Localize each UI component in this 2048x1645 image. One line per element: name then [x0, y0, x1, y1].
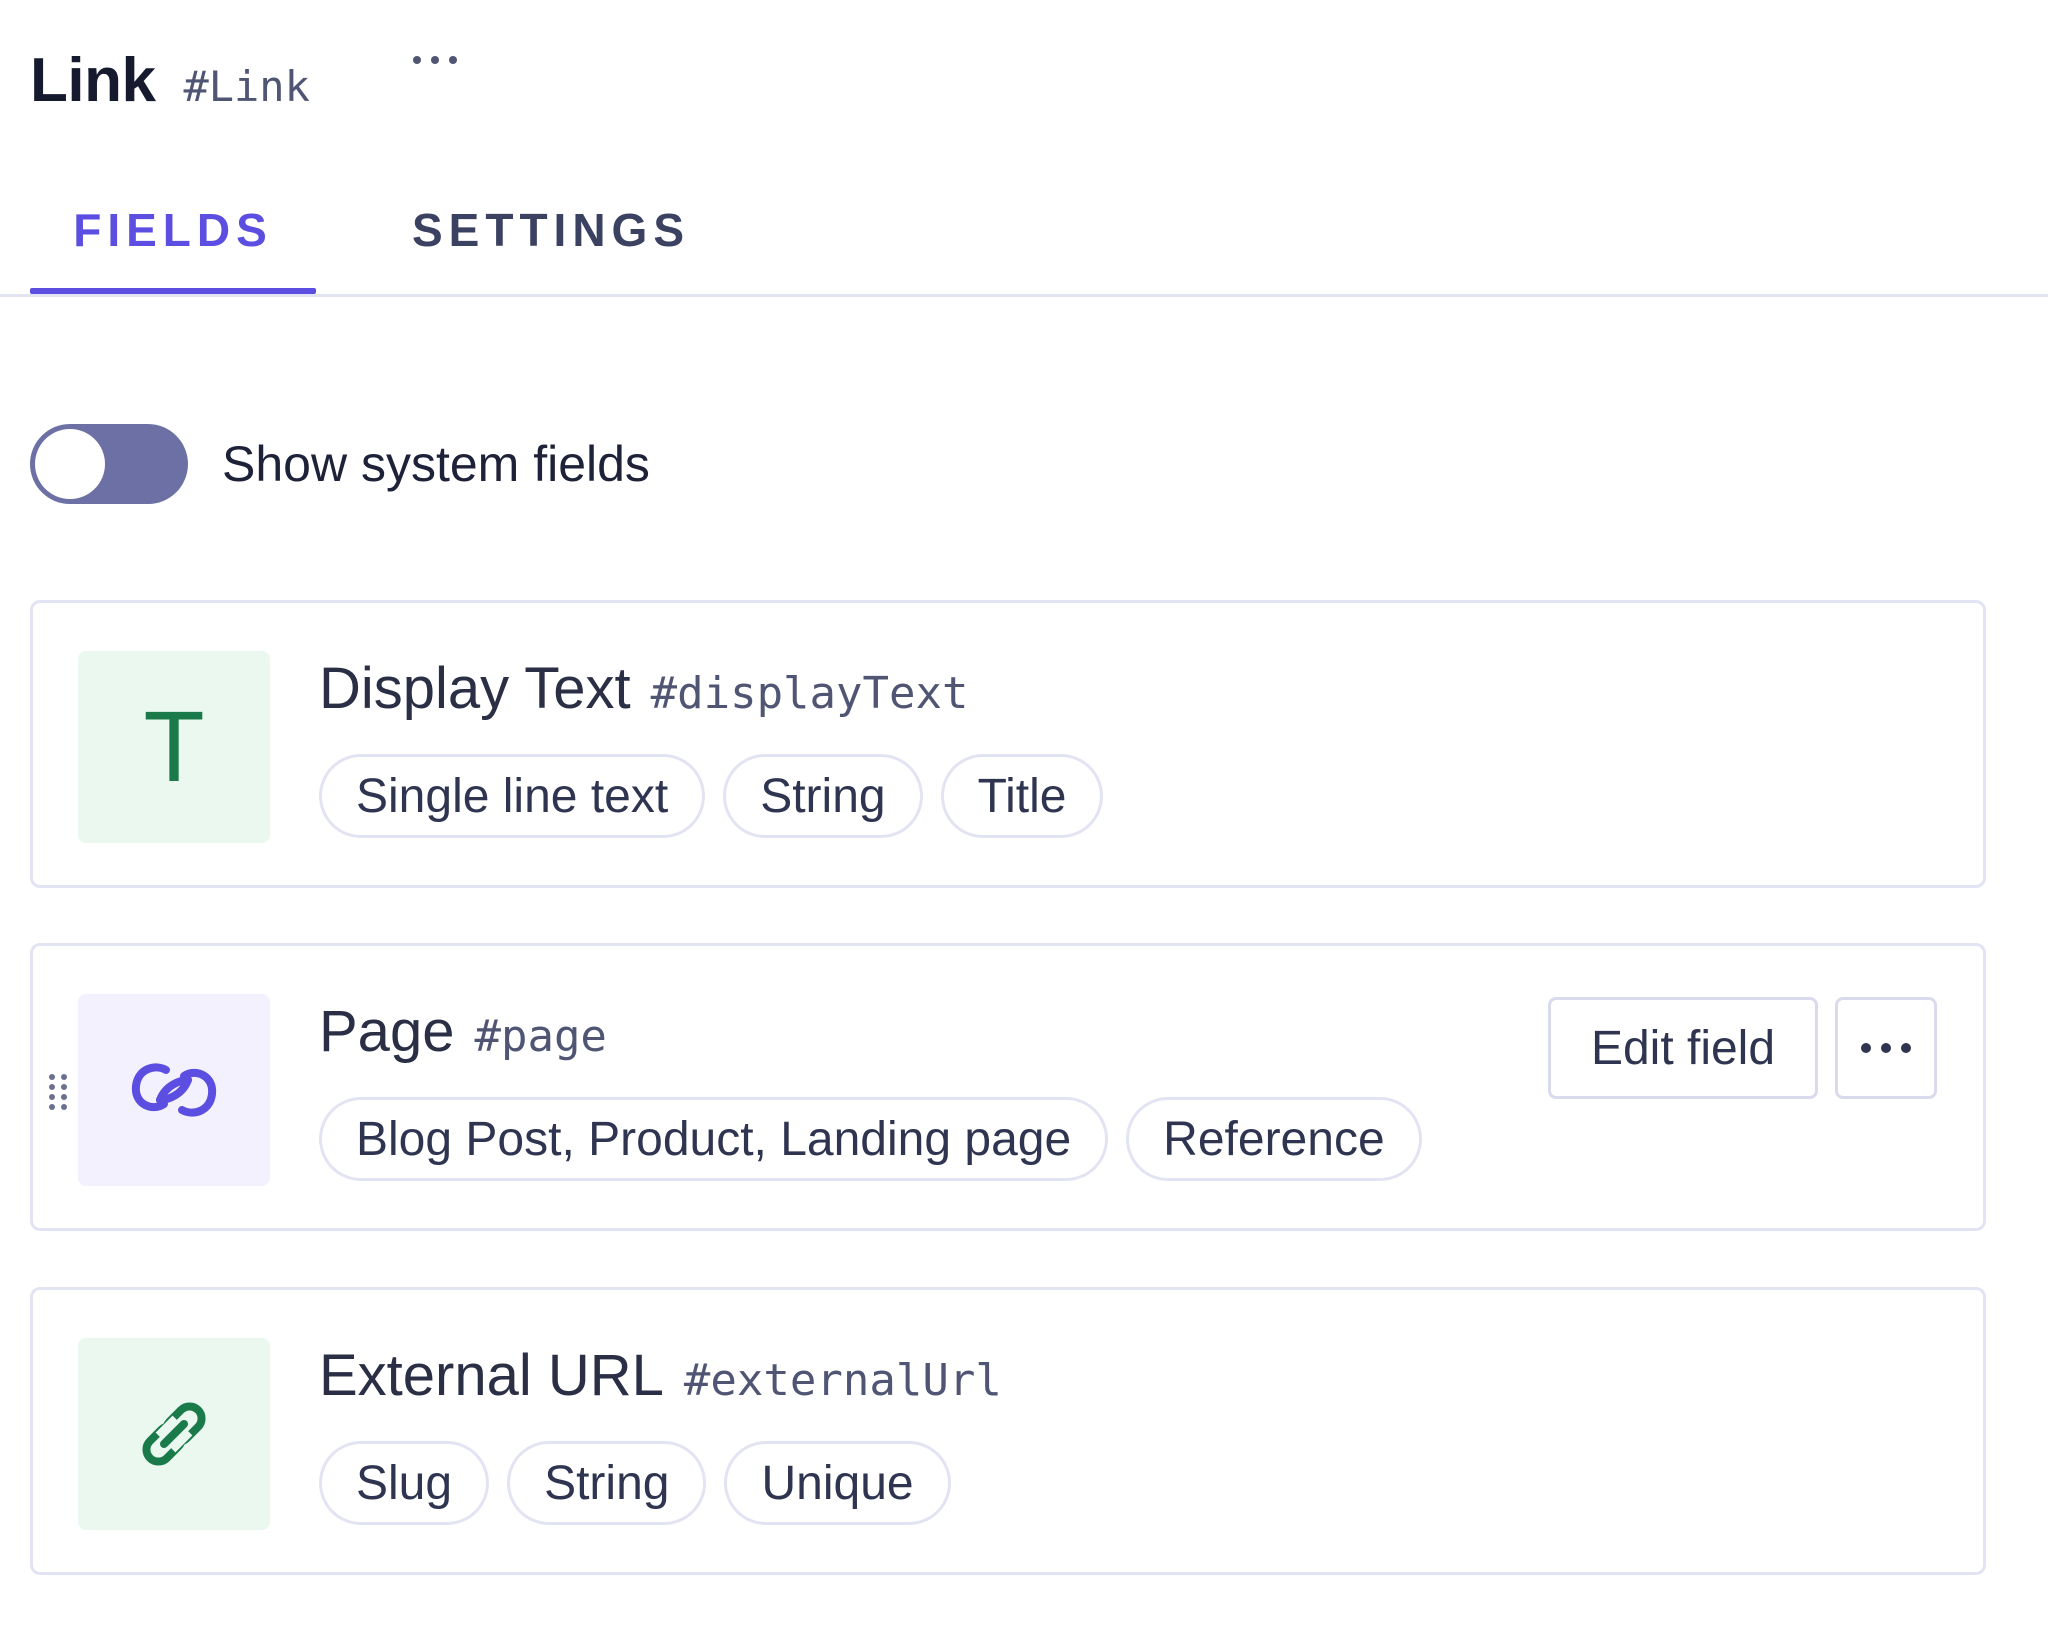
slug-link-icon — [78, 1338, 270, 1530]
tab-bar: FIELDS SETTINGS — [0, 170, 2048, 297]
tab-settings[interactable]: SETTINGS — [412, 170, 690, 290]
field-api-id: #displayText — [650, 668, 969, 719]
field-reference-models-chip: Blog Post, Product, Landing page — [319, 1097, 1109, 1181]
field-datatype-chip: String — [723, 754, 923, 838]
model-header: Link #Link — [30, 40, 310, 120]
field-name: Page — [319, 999, 455, 1064]
field-name: Display Text — [319, 656, 631, 721]
field-name: External URL — [319, 1343, 664, 1408]
field-card-external-url[interactable]: External URL #externalUrl Slug String Un… — [30, 1287, 1986, 1575]
active-tab-indicator — [30, 288, 316, 294]
system-fields-toggle-label: Show system fields — [222, 436, 650, 492]
field-chips: Slug String Unique — [319, 1441, 951, 1525]
field-chips: Blog Post, Product, Landing page Referen… — [319, 1097, 1422, 1181]
field-api-id: #page — [474, 1011, 607, 1062]
system-fields-toggle[interactable] — [30, 424, 188, 504]
field-type-chip: Single line text — [319, 754, 706, 838]
field-flag-chip: Title — [940, 754, 1104, 838]
reference-link-icon — [78, 994, 270, 1186]
ellipsis-icon — [413, 56, 457, 64]
field-more-button[interactable] — [1835, 997, 1937, 1099]
drag-handle-icon[interactable] — [46, 1071, 70, 1111]
field-title-row: Display Text #displayText — [319, 655, 969, 722]
edit-field-button[interactable]: Edit field — [1548, 997, 1818, 1099]
field-type-chip: Reference — [1126, 1097, 1422, 1181]
tab-settings-label: SETTINGS — [412, 204, 691, 256]
field-title-row: External URL #externalUrl — [319, 1342, 1002, 1409]
model-api-id: #Link — [183, 61, 310, 111]
ellipsis-icon — [1861, 1043, 1911, 1053]
system-fields-toggle-row: Show system fields — [30, 424, 650, 504]
toggle-knob — [35, 429, 105, 499]
field-card-display-text[interactable]: T Display Text #displayText Single line … — [30, 600, 1986, 888]
field-chips: Single line text String Title — [319, 754, 1104, 838]
field-flag-chip: Unique — [724, 1441, 951, 1525]
model-title: Link — [30, 45, 156, 115]
field-title-row: Page #page — [319, 998, 607, 1065]
text-T-icon: T — [78, 651, 270, 843]
field-card-page[interactable]: Page #page Blog Post, Product, Landing p… — [30, 943, 1986, 1231]
tab-fields[interactable]: FIELDS — [30, 170, 316, 294]
model-menu-button[interactable] — [410, 40, 460, 80]
field-type-chip: Slug — [319, 1441, 490, 1525]
tab-fields-label: FIELDS — [73, 204, 273, 256]
field-datatype-chip: String — [507, 1441, 707, 1525]
field-api-id: #externalUrl — [683, 1355, 1002, 1406]
